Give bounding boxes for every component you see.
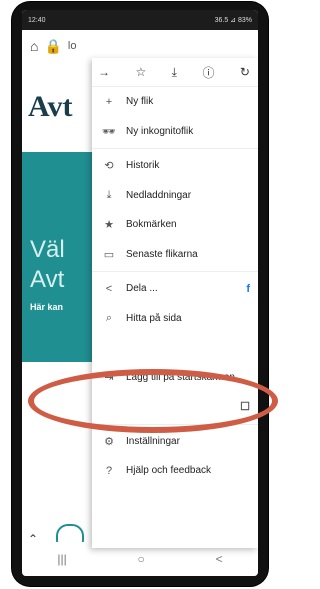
menu-item-translate[interactable] [92,333,258,363]
menu-item-label: Senaste flikarna [126,248,198,260]
status-bar: 12:40 36.5 ⊿ 83% [22,10,258,30]
hero-heading-line2: Avt [30,266,65,293]
gear-icon: ⚙ [104,435,114,448]
menu-item-help[interactable]: ? Hjälp och feedback [92,456,258,486]
facebook-icon[interactable]: f [246,283,250,295]
plus-box-icon: + [105,95,113,108]
menu-item-incognito-tab[interactable]: 🕶 Ny inkognitoflik [92,117,258,147]
menu-item-label: Dela ... [126,283,158,295]
status-time: 12:40 [28,16,46,24]
info-icon[interactable]: ⓘ [202,64,214,81]
home-button[interactable]: ○ [138,552,145,566]
star-icon[interactable]: ☆ [135,65,146,79]
menu-item-label: Historik [126,160,160,172]
home-icon[interactable]: ⌂ [30,38,38,54]
incognito-icon: 🕶 [102,125,116,138]
forward-icon[interactable]: → [98,65,110,79]
help-icon: ? [105,464,113,477]
download-icon[interactable]: ⤓ [172,65,177,80]
download-icon: ⤓ [106,188,112,201]
recent-apps-button[interactable]: ||| [57,552,66,566]
menu-divider [92,271,258,272]
refresh-icon[interactable]: ↻ [240,65,250,79]
overflow-menu: → ☆ ⤓ ⓘ ↻ + Ny flik 🕶 Ny inkognitoflik ⟲… [92,58,258,548]
share-icon: < [105,282,113,295]
menu-divider [92,148,258,149]
menu-item-new-tab[interactable]: + Ny flik [92,87,258,117]
menu-item-label: Bokmärken [126,219,177,231]
menu-item-label: Hjälp och feedback [126,465,212,477]
find-icon: ⌕ [105,311,113,324]
menu-top-row: → ☆ ⤓ ⓘ ↻ [92,58,258,87]
menu-item-label: Ny flik [126,96,154,108]
star-icon: ★ [104,219,114,232]
menu-item-label: Hitta på sida [126,312,182,324]
menu-item-label: Ny inkognitoflik [126,125,194,137]
phone-screen: 12:40 36.5 ⊿ 83% ⌂ 🔒 lo Avt Väl Avt Här … [22,10,258,576]
menu-item-downloads[interactable]: ⤓ Nedladdningar [92,181,258,211]
menu-item-share[interactable]: < Dela ... f [92,274,258,304]
site-logo[interactable]: Avt [28,90,72,124]
hero-heading-line1: Väl [30,236,65,263]
url-bar[interactable]: lo [68,40,77,52]
menu-item-history[interactable]: ⟲ Historik [92,151,258,181]
menu-item-label: Nedladdningar [126,189,192,201]
menu-item-bookmarks[interactable]: ★ Bokmärken [92,210,258,240]
status-indicators: 36.5 ⊿ 83% [214,17,252,24]
back-button[interactable]: < [216,552,223,566]
menu-item-find-in-page[interactable]: ⌕ Hitta på sida [92,304,258,334]
recent-tabs-icon: ▭ [103,248,115,261]
highlight-ellipse [28,369,278,433]
menu-item-recent-tabs[interactable]: ▭ Senaste flikarna [92,240,258,270]
history-icon: ⟲ [104,160,114,173]
lock-icon: 🔒 [44,37,62,54]
hero-subtitle: Här kan [30,302,64,312]
menu-item-label: Inställningar [126,435,180,447]
